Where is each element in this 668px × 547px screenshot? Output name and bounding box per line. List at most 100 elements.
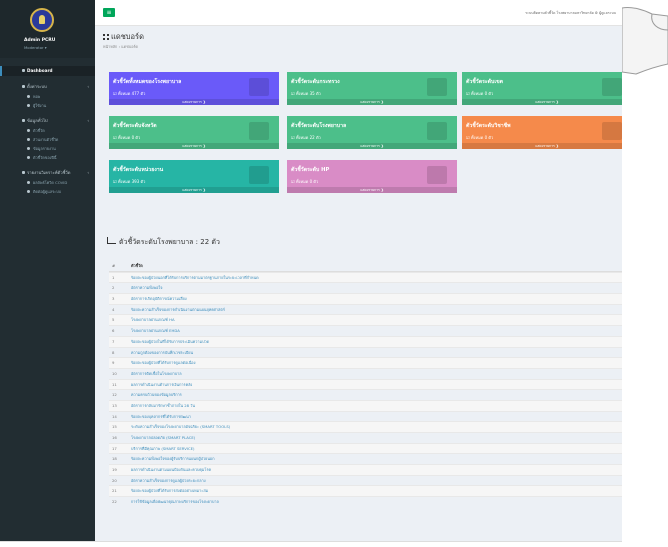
indicator-link[interactable]: ความครบถ้วนของข้อมูลบริการ xyxy=(131,390,182,400)
menu-bullet-icon xyxy=(27,190,30,193)
sidebar-item-label: ส่วนงานตัวชี้วัด xyxy=(33,137,59,142)
sidebar-item-label: ตัวชี้วัดของปีนี้ xyxy=(33,155,57,160)
summary-box-1[interactable]: ตัวชี้วัดระดับกระทรวง ☑ ทั้งหมด 35 ตัว แสด… xyxy=(287,72,457,105)
table-row: 20 อัตราความสำเร็จของการดูแลผู้ป่วยระยะกล… xyxy=(109,474,622,486)
sidebar-item-9[interactable]: รายงานวิเคราะห์ตัวชี้วัด ‹ xyxy=(0,168,95,178)
chevron-left-icon: ‹ xyxy=(87,170,89,175)
summary-box-5[interactable]: ตัวชี้วัดระดับวิชาชีพ ☑ ทั้งหมด 0 ตัว แสดง… xyxy=(462,116,622,149)
indicator-link[interactable]: อัตราการติดเชื้อในโรงพยาบาล xyxy=(131,369,182,379)
sidebar-item-6[interactable]: ส่วนงานตัวชี้วัด xyxy=(0,135,95,144)
row-number: 5 xyxy=(112,317,115,323)
table-row: 4 ร้อยละความสำเร็จของการดำเนินงานตามแผนยุ… xyxy=(109,303,622,315)
sidebar-item-label: รายงานวิเคราะห์ตัวชี้วัด xyxy=(27,170,71,175)
row-number: 11 xyxy=(112,381,117,387)
row-number: 3 xyxy=(112,296,115,302)
indicator-link[interactable]: ร้อยละของผู้ป่วยนอกที่ได้รับการบริการตาม… xyxy=(131,273,259,283)
indicator-link[interactable]: ความถูกต้องของการบันทึกเวชระเบียน xyxy=(131,348,193,358)
box-more-link[interactable]: แสดงรายการ ❯ xyxy=(287,99,457,105)
table-row: 8 ความถูกต้องของการบันทึกเวชระเบียน xyxy=(109,346,622,358)
sidebar-item-1[interactable]: ตั้งค่าระบบ ‹ xyxy=(0,82,95,92)
box-more-link[interactable]: แสดงรายการ ❯ xyxy=(109,99,279,105)
indicator-link[interactable]: อัตราการเกิดอุบัติการณ์ความเสี่ยง xyxy=(131,294,187,304)
box-more-link[interactable]: แสดงรายการ ❯ xyxy=(462,99,622,105)
box-background-icon xyxy=(427,122,447,140)
row-number: 6 xyxy=(112,328,115,334)
box-more-link[interactable]: แสดงรายการ ❯ xyxy=(287,143,457,149)
header-indicator: ตัวชี้วัด xyxy=(131,263,143,268)
menu-bullet-icon xyxy=(22,171,25,174)
indicator-link[interactable]: ร้อยละของผู้ป่วยที่ได้รับการดูแลต่อเนื่อ… xyxy=(131,358,195,368)
summary-box-4[interactable]: ตัวชี้วัดระดับโรงพยาบาล ☑ ทั้งหมด 22 ตัวแ… xyxy=(287,116,457,149)
row-number: 13 xyxy=(112,402,117,408)
header-number: # xyxy=(112,263,116,268)
indicator-link[interactable]: ร้อยละความสำเร็จของการดำเนินงานตามแผนยุท… xyxy=(131,305,225,315)
indicator-link[interactable]: ระดับความสำเร็จของโรงพยาบาลอัจฉริยะ (SMA… xyxy=(131,422,230,432)
indicator-link[interactable]: การใช้ข้อมูลเพื่อพัฒนาคุณภาพบริการของโรง… xyxy=(131,497,219,507)
sidebar-item-label: ข้อมูลรายงาน xyxy=(33,146,56,151)
sidebar-item-5[interactable]: ตัวชี้วัด xyxy=(0,126,95,135)
summary-box-2[interactable]: ตัวชี้วัดระดับเขต ☑ ทั้งหมด 0 ตัว แสดงรายก… xyxy=(462,72,622,105)
summary-box-0[interactable]: ตัวชี้วัดทั้งหมดของโรงพยาบาล ☑ ทั้งหมด 47… xyxy=(109,72,279,105)
topbar-user-menu[interactable]: ระบบติดตามตัวชี้วัด โรงพยาบาลมหาวิทยาลัย… xyxy=(525,10,616,16)
table-row: 2 อัตราความพึงพอใจ xyxy=(109,282,622,293)
sidebar-item-label: ติดต่อผู้ดูแลระบบ xyxy=(33,189,62,194)
university-logo xyxy=(30,8,54,32)
indicator-link[interactable]: บริการที่มีคุณภาพ (SMART SERVICE) xyxy=(131,444,194,454)
box-count: ☑ ทั้งหมด 0 ตัว xyxy=(113,135,141,140)
indicator-link[interactable]: โรงพยาบาลปลอดภัย (SMART PLACE) xyxy=(131,433,195,443)
indicator-link[interactable]: โรงพยาบาลผ่านเกณฑ์ HA xyxy=(131,315,175,325)
section-title: ตัวชี้วัดระดับโรงพยาบาล : 22 ตัว xyxy=(107,237,220,248)
sidebar-item-4[interactable]: ข้อมูลทั่วไป ‹ xyxy=(0,116,95,126)
sidebar-item-8[interactable]: ตัวชี้วัดของปีนี้ xyxy=(0,153,95,162)
indicator-link[interactable]: โรงพยาบาลผ่านเกณฑ์ EHDA xyxy=(131,326,180,336)
box-more-link[interactable]: แสดงรายการ ❯ xyxy=(109,187,279,193)
box-more-link[interactable]: แสดงรายการ ❯ xyxy=(462,143,622,149)
menu-bullet-icon xyxy=(27,181,30,184)
sidebar-item-3[interactable]: ผู้ใช้งาน xyxy=(0,101,95,110)
row-number: 14 xyxy=(112,413,117,419)
indicator-link[interactable]: ผลการดำเนินงานตามแผนป้องกันและควบคุมโรค xyxy=(131,465,211,475)
chevron-left-icon: ‹ xyxy=(87,118,89,123)
table-row: 13 อัตราการกลับมารักษาซ้ำภายใน 28 วัน xyxy=(109,399,622,411)
sidebar-item-7[interactable]: ข้อมูลรายงาน xyxy=(0,144,95,153)
indicator-link[interactable]: ร้อยละของผู้ป่วยที่ได้รับการส่งต่ออย่างเ… xyxy=(131,486,208,496)
table-row: 14 ร้อยละของบุคลากรที่ได้รับการพัฒนา xyxy=(109,410,622,422)
row-number: 18 xyxy=(112,456,117,462)
table-row: 15 ระดับความสำเร็จของโรงพยาบาลอัจฉริยะ (S… xyxy=(109,421,622,432)
sidebar-item-label: ข้อมูลทั่วไป xyxy=(27,118,48,123)
menu-toggle-button[interactable]: ≡ xyxy=(103,8,115,17)
box-background-icon xyxy=(249,78,269,96)
sidebar-brand: Admin PCRU Moderator ▾ xyxy=(0,0,95,58)
indicator-link[interactable]: ร้อยละของบุคลากรที่ได้รับการพัฒนา xyxy=(131,412,191,422)
table-row: 7 ร้อยละของผู้ป่วยในที่ได้รับการประเมินคว… xyxy=(109,335,622,347)
sidebar-item-11[interactable]: ติดต่อผู้ดูแลระบบ xyxy=(0,187,95,196)
box-background-icon xyxy=(427,166,447,184)
breadcrumb[interactable]: หน้าหลัก › แดชบอร์ด xyxy=(103,44,138,50)
sidebar-item-0[interactable]: Dashboard xyxy=(0,66,95,76)
sidebar-item-10[interactable]: ผลลัพธ์โควิด COVID xyxy=(0,178,95,187)
sidebar-item-2[interactable]: หอพ xyxy=(0,92,95,101)
summary-box-6[interactable]: ตัวชี้วัดระดับหน่วยงาน ☑ ทั้งหมด 393 ตัวแ… xyxy=(109,160,279,193)
box-count: ☑ ทั้งหมด 0 ตัว xyxy=(466,135,494,140)
table-row: 18 ร้อยละความพึงพอใจของผู้รับบริการแผนกผู… xyxy=(109,453,622,464)
user-role[interactable]: Moderator ▾ xyxy=(24,45,47,50)
table-row: 3 อัตราการเกิดอุบัติการณ์ความเสี่ยง xyxy=(109,293,622,304)
box-more-link[interactable]: แสดงรายการ ❯ xyxy=(109,143,279,149)
sidebar-item-label: ตั้งค่าระบบ xyxy=(27,84,47,89)
menu-bullet-icon xyxy=(27,129,30,132)
table-row: 9 ร้อยละของผู้ป่วยที่ได้รับการดูแลต่อเนื่… xyxy=(109,357,622,368)
indicator-link[interactable]: ร้อยละความพึงพอใจของผู้รับบริการแผนกผู้ป… xyxy=(131,454,215,464)
indicator-link[interactable]: อัตราการกลับมารักษาซ้ำภายใน 28 วัน xyxy=(131,401,195,411)
line-chart-icon xyxy=(107,237,116,244)
row-number: 16 xyxy=(112,435,117,440)
box-more-link[interactable]: แสดงรายการ ❯ xyxy=(287,187,457,193)
dashboard-icon xyxy=(103,34,109,40)
summary-box-3[interactable]: ตัวชี้วัดระดับจังหวัด ☑ ทั้งหมด 0 ตัว แสดง… xyxy=(109,116,279,149)
user-name: Admin PCRU xyxy=(24,38,56,43)
indicator-link[interactable]: ร้อยละของผู้ป่วยในที่ได้รับการประเมินควา… xyxy=(131,337,209,347)
indicator-link[interactable]: อัตราความสำเร็จของการดูแลผู้ป่วยระยะกลาง xyxy=(131,476,206,486)
summary-box-7[interactable]: ตัวชี้วัดระดับ HP ☑ ทั้งหมด 0 ตัว แสดงรายก… xyxy=(287,160,457,193)
indicator-link[interactable]: อัตราความพึงพอใจ xyxy=(131,283,162,293)
indicator-link[interactable]: ผลการดำเนินงานด้านการเงินการคลัง xyxy=(131,380,192,390)
row-number: 12 xyxy=(112,392,117,398)
